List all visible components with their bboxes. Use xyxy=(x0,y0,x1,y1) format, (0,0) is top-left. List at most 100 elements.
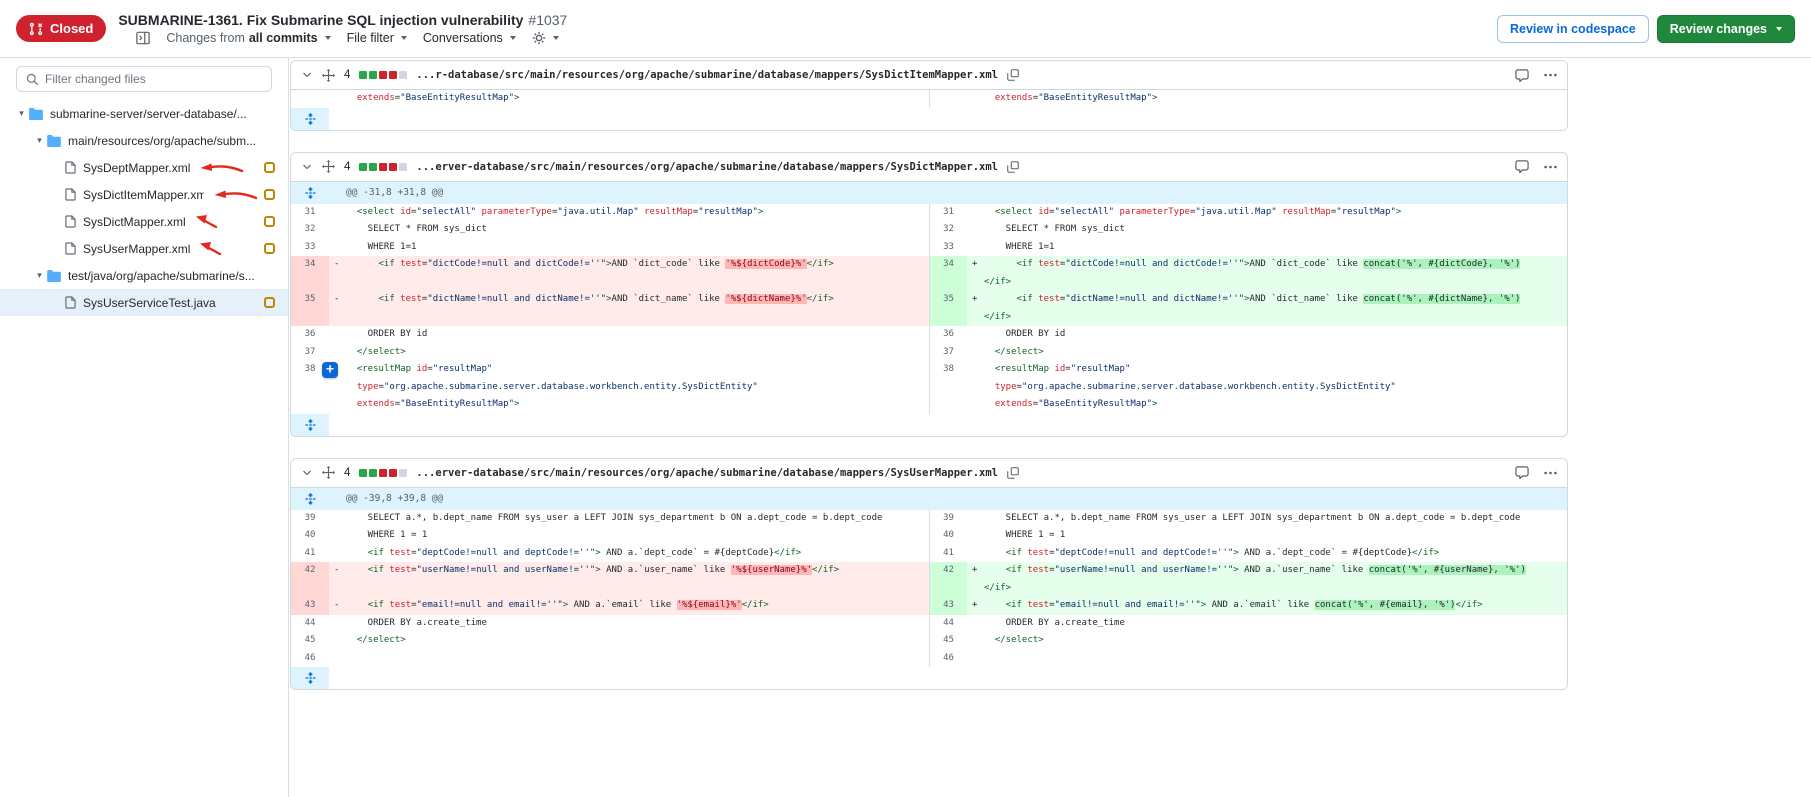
review-in-codespace-button[interactable]: Review in codespace xyxy=(1497,15,1649,43)
line-number[interactable]: 44 xyxy=(929,615,967,633)
diff-row: 38 <resultMap id="resultMap" type="org.a… xyxy=(291,361,1567,414)
code-cell: WHERE 1=1 xyxy=(967,239,1567,257)
code-cell: extends="BaseEntityResultMap"> xyxy=(329,90,929,108)
changes-from-dropdown[interactable]: Changes from all commits xyxy=(166,31,330,45)
comment-icon[interactable] xyxy=(1515,160,1529,173)
line-number[interactable]: 37 xyxy=(291,344,329,362)
tree-item-label: SysUserServiceTest.java xyxy=(83,296,216,310)
line-number[interactable]: 40 xyxy=(929,527,967,545)
hunk-header: @@ -39,8 +39,8 @@ xyxy=(291,488,1567,510)
line-number[interactable]: 34 xyxy=(929,256,967,291)
line-number[interactable]: 31 xyxy=(291,204,329,222)
diff-marker: + xyxy=(972,562,977,580)
file-path-link[interactable]: ...r-database/src/main/resources/org/apa… xyxy=(416,69,998,81)
line-number[interactable]: 45 xyxy=(929,632,967,650)
tree-file-sysusermapper-xml[interactable]: SysUserMapper.xml xyxy=(0,235,288,262)
copy-path-icon[interactable] xyxy=(1007,69,1019,81)
file-tree-sidebar: ▾submarine-server/server-database/...▾ma… xyxy=(0,58,289,797)
line-number[interactable]: 38 xyxy=(929,361,967,414)
tree-file-sysuserservicetest-java[interactable]: SysUserServiceTest.java xyxy=(0,289,288,316)
code-cell: + <if test="userName!=null and userName!… xyxy=(967,562,1567,597)
diff-row: 33 WHERE 1=133 WHERE 1=1 xyxy=(291,239,1567,257)
code-line: SELECT a.*, b.dept_name FROM sys_user a … xyxy=(346,510,926,528)
copy-path-icon[interactable] xyxy=(1007,161,1019,173)
code-cell xyxy=(329,650,929,668)
code-line: ORDER BY a.create_time xyxy=(984,615,1564,633)
tree-folder-test-java-org-apache-submarine-s[interactable]: ▾test/java/org/apache/submarine/s... xyxy=(0,262,288,289)
line-number[interactable]: 33 xyxy=(929,239,967,257)
collapse-file-chevron-icon[interactable] xyxy=(301,161,313,173)
drag-handle-icon[interactable] xyxy=(322,69,335,82)
line-number[interactable]: 33 xyxy=(291,239,329,257)
chevron-down-icon: ▾ xyxy=(32,270,47,281)
kebab-menu-icon[interactable] xyxy=(1544,73,1557,77)
line-number[interactable]: 41 xyxy=(929,545,967,563)
tree-folder-submarine-server-server-database[interactable]: ▾submarine-server/server-database/... xyxy=(0,100,288,127)
line-number[interactable]: 43 xyxy=(291,597,329,615)
expand-hunk-button[interactable] xyxy=(291,182,329,204)
expand-diff-button[interactable] xyxy=(291,108,329,130)
line-number[interactable]: 37 xyxy=(929,344,967,362)
file-icon xyxy=(65,296,76,309)
review-changes-button[interactable]: Review changes xyxy=(1657,15,1795,43)
folder-icon xyxy=(47,135,61,147)
line-number[interactable]: 31 xyxy=(929,204,967,222)
filter-changed-files-input[interactable] xyxy=(45,72,262,86)
line-number[interactable]: 41 xyxy=(291,545,329,563)
collapse-file-chevron-icon[interactable] xyxy=(301,467,313,479)
code-line: <if test="dictName!=null and dictName!='… xyxy=(984,291,1564,309)
line-number[interactable]: 44 xyxy=(291,615,329,633)
line-number[interactable] xyxy=(291,90,329,108)
line-number[interactable]: 46 xyxy=(929,650,967,668)
diffstat-square-del xyxy=(379,469,387,477)
line-number[interactable]: 35 xyxy=(291,291,329,326)
line-number[interactable]: 36 xyxy=(929,326,967,344)
copy-path-icon[interactable] xyxy=(1007,467,1019,479)
file-icon xyxy=(65,242,76,255)
line-number[interactable]: 34 xyxy=(291,256,329,291)
diff-settings-gear[interactable] xyxy=(532,31,559,45)
line-number[interactable]: 36 xyxy=(291,326,329,344)
line-number[interactable]: 35 xyxy=(929,291,967,326)
file-filter-dropdown[interactable]: File filter xyxy=(347,31,407,45)
line-number[interactable]: 42 xyxy=(929,562,967,597)
drag-handle-icon[interactable] xyxy=(322,160,335,173)
toggle-file-tree-button[interactable] xyxy=(136,31,150,45)
line-number[interactable]: 39 xyxy=(929,510,967,528)
file-diff-card: 4...erver-database/src/main/resources/or… xyxy=(290,458,1568,691)
code-line: </select> xyxy=(346,344,926,362)
line-number[interactable] xyxy=(929,90,967,108)
line-number[interactable]: 43 xyxy=(929,597,967,615)
line-number[interactable]: 39 xyxy=(291,510,329,528)
line-number[interactable]: 32 xyxy=(291,221,329,239)
conversations-dropdown[interactable]: Conversations xyxy=(423,31,516,45)
diff-marker: + xyxy=(972,256,977,274)
tree-file-sysdeptmapper-xml[interactable]: SysDeptMapper.xml xyxy=(0,154,288,181)
drag-handle-icon[interactable] xyxy=(322,466,335,479)
kebab-menu-icon[interactable] xyxy=(1544,165,1557,169)
collapse-file-chevron-icon[interactable] xyxy=(301,69,313,81)
line-number[interactable]: 42 xyxy=(291,562,329,597)
annotation-arrow-icon xyxy=(212,189,258,201)
tree-folder-main-resources-org-apache-subm[interactable]: ▾main/resources/org/apache/subm... xyxy=(0,127,288,154)
expand-diff-button[interactable] xyxy=(291,667,329,689)
comment-icon[interactable] xyxy=(1515,466,1529,479)
file-path-link[interactable]: ...erver-database/src/main/resources/org… xyxy=(416,161,998,173)
file-path-link[interactable]: ...erver-database/src/main/resources/org… xyxy=(416,467,998,479)
code-cell: + <if test="email!=null and email!=''"> … xyxy=(967,597,1567,615)
line-number[interactable]: 40 xyxy=(291,527,329,545)
kebab-menu-icon[interactable] xyxy=(1544,471,1557,475)
comment-icon[interactable] xyxy=(1515,69,1529,82)
code-line: </select> xyxy=(346,632,926,650)
tree-file-sysdictitemmapper-xml[interactable]: SysDictItemMapper.xml xyxy=(0,181,288,208)
hunk-range: @@ -39,8 +39,8 @@ xyxy=(329,488,1567,510)
expand-diff-button[interactable] xyxy=(291,414,329,436)
line-number[interactable]: 45 xyxy=(291,632,329,650)
expand-hunk-button[interactable] xyxy=(291,488,329,510)
line-number[interactable]: 32 xyxy=(929,221,967,239)
tree-file-sysdictmapper-xml[interactable]: SysDictMapper.xml xyxy=(0,208,288,235)
pr-title: SUBMARINE-1361. Fix Submarine SQL inject… xyxy=(118,12,1497,28)
add-comment-button[interactable]: + xyxy=(322,362,338,378)
line-number[interactable]: 46 xyxy=(291,650,329,668)
modified-status-icon xyxy=(264,189,275,200)
